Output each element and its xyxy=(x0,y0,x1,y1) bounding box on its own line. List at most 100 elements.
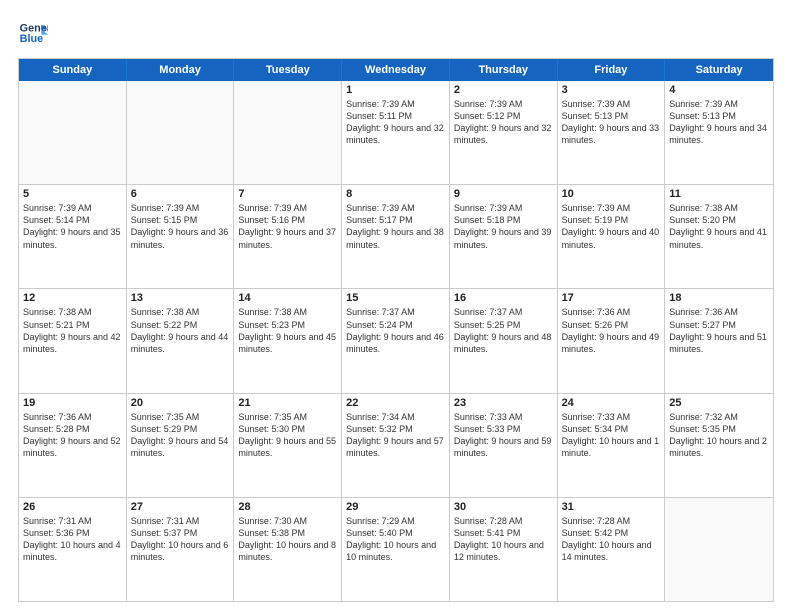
day-info: Sunrise: 7:33 AM Sunset: 5:34 PM Dayligh… xyxy=(562,411,661,460)
day-info: Sunrise: 7:35 AM Sunset: 5:30 PM Dayligh… xyxy=(238,411,337,460)
logo: General Blue xyxy=(18,18,48,48)
day-number: 11 xyxy=(669,188,769,200)
day-info: Sunrise: 7:39 AM Sunset: 5:16 PM Dayligh… xyxy=(238,202,337,251)
calendar-cell xyxy=(665,498,773,601)
calendar-cell: 17 Sunrise: 7:36 AM Sunset: 5:26 PM Dayli… xyxy=(558,289,666,392)
calendar-cell: 22 Sunrise: 7:34 AM Sunset: 5:32 PM Dayli… xyxy=(342,394,450,497)
day-number: 24 xyxy=(562,397,661,409)
calendar-cell: 16Sunrise: 7:37 AM Sunset: 5:25 PM Dayli… xyxy=(450,289,558,392)
day-number: 31 xyxy=(562,501,661,513)
calendar: SundayMondayTuesdayWednesdayThursdayFrid… xyxy=(18,58,774,602)
day-number: 1 xyxy=(346,84,445,96)
calendar-cell xyxy=(19,81,127,184)
day-info: Sunrise: 7:39 AM Sunset: 5:13 PM Dayligh… xyxy=(669,98,769,147)
day-number: 22 xyxy=(346,397,445,409)
day-number: 6 xyxy=(131,188,230,200)
calendar-cell: 26Sunrise: 7:31 AM Sunset: 5:36 PM Dayli… xyxy=(19,498,127,601)
logo-icon: General Blue xyxy=(18,18,48,48)
day-number: 17 xyxy=(562,292,661,304)
calendar-cell: 20 Sunrise: 7:35 AM Sunset: 5:29 PM Dayli… xyxy=(127,394,235,497)
day-number: 28 xyxy=(238,501,337,513)
weekday-header: Thursday xyxy=(450,59,558,81)
day-number: 5 xyxy=(23,188,122,200)
day-number: 14 xyxy=(238,292,337,304)
calendar-row: 1Sunrise: 7:39 AM Sunset: 5:11 PM Daylig… xyxy=(19,81,773,184)
calendar-cell: 6 Sunrise: 7:39 AM Sunset: 5:15 PM Daylig… xyxy=(127,185,235,288)
calendar-cell: 15 Sunrise: 7:37 AM Sunset: 5:24 PM Dayli… xyxy=(342,289,450,392)
calendar-header: SundayMondayTuesdayWednesdayThursdayFrid… xyxy=(19,59,773,81)
calendar-cell: 10Sunrise: 7:39 AM Sunset: 5:19 PM Dayli… xyxy=(558,185,666,288)
day-info: Sunrise: 7:37 AM Sunset: 5:24 PM Dayligh… xyxy=(346,306,445,355)
day-number: 19 xyxy=(23,397,122,409)
weekday-header: Tuesday xyxy=(234,59,342,81)
calendar-cell: 31 Sunrise: 7:28 AM Sunset: 5:42 PM Dayli… xyxy=(558,498,666,601)
day-number: 2 xyxy=(454,84,553,96)
day-info: Sunrise: 7:39 AM Sunset: 5:19 PM Dayligh… xyxy=(562,202,661,251)
day-info: Sunrise: 7:36 AM Sunset: 5:26 PM Dayligh… xyxy=(562,306,661,355)
day-info: Sunrise: 7:31 AM Sunset: 5:36 PM Dayligh… xyxy=(23,515,122,564)
day-info: Sunrise: 7:39 AM Sunset: 5:15 PM Dayligh… xyxy=(131,202,230,251)
weekday-header: Sunday xyxy=(19,59,127,81)
svg-text:Blue: Blue xyxy=(20,33,43,45)
day-number: 20 xyxy=(131,397,230,409)
calendar-cell: 18Sunrise: 7:36 AM Sunset: 5:27 PM Dayli… xyxy=(665,289,773,392)
day-info: Sunrise: 7:30 AM Sunset: 5:38 PM Dayligh… xyxy=(238,515,337,564)
day-info: Sunrise: 7:39 AM Sunset: 5:14 PM Dayligh… xyxy=(23,202,122,251)
day-number: 9 xyxy=(454,188,553,200)
calendar-cell: 23 Sunrise: 7:33 AM Sunset: 5:33 PM Dayli… xyxy=(450,394,558,497)
calendar-cell: 27 Sunrise: 7:31 AM Sunset: 5:37 PM Dayli… xyxy=(127,498,235,601)
day-info: Sunrise: 7:33 AM Sunset: 5:33 PM Dayligh… xyxy=(454,411,553,460)
day-number: 29 xyxy=(346,501,445,513)
day-info: Sunrise: 7:38 AM Sunset: 5:22 PM Dayligh… xyxy=(131,306,230,355)
calendar-cell xyxy=(127,81,235,184)
day-number: 27 xyxy=(131,501,230,513)
day-number: 12 xyxy=(23,292,122,304)
day-info: Sunrise: 7:38 AM Sunset: 5:23 PM Dayligh… xyxy=(238,306,337,355)
day-number: 25 xyxy=(669,397,769,409)
day-info: Sunrise: 7:34 AM Sunset: 5:32 PM Dayligh… xyxy=(346,411,445,460)
day-number: 30 xyxy=(454,501,553,513)
calendar-cell: 19 Sunrise: 7:36 AM Sunset: 5:28 PM Dayli… xyxy=(19,394,127,497)
calendar-row: 19 Sunrise: 7:36 AM Sunset: 5:28 PM Dayli… xyxy=(19,393,773,497)
day-info: Sunrise: 7:39 AM Sunset: 5:17 PM Dayligh… xyxy=(346,202,445,251)
day-number: 8 xyxy=(346,188,445,200)
weekday-header: Wednesday xyxy=(342,59,450,81)
calendar-cell xyxy=(234,81,342,184)
calendar-cell: 25Sunrise: 7:32 AM Sunset: 5:35 PM Dayli… xyxy=(665,394,773,497)
day-info: Sunrise: 7:28 AM Sunset: 5:42 PM Dayligh… xyxy=(562,515,661,564)
calendar-body: 1Sunrise: 7:39 AM Sunset: 5:11 PM Daylig… xyxy=(19,81,773,601)
calendar-cell: 13 Sunrise: 7:38 AM Sunset: 5:22 PM Dayli… xyxy=(127,289,235,392)
day-info: Sunrise: 7:38 AM Sunset: 5:20 PM Dayligh… xyxy=(669,202,769,251)
weekday-header: Saturday xyxy=(665,59,773,81)
calendar-cell: 21 Sunrise: 7:35 AM Sunset: 5:30 PM Dayli… xyxy=(234,394,342,497)
day-info: Sunrise: 7:39 AM Sunset: 5:18 PM Dayligh… xyxy=(454,202,553,251)
calendar-cell: 3Sunrise: 7:39 AM Sunset: 5:13 PM Daylig… xyxy=(558,81,666,184)
calendar-cell: 30 Sunrise: 7:28 AM Sunset: 5:41 PM Dayli… xyxy=(450,498,558,601)
weekday-header: Friday xyxy=(558,59,666,81)
day-info: Sunrise: 7:37 AM Sunset: 5:25 PM Dayligh… xyxy=(454,306,553,355)
day-info: Sunrise: 7:36 AM Sunset: 5:28 PM Dayligh… xyxy=(23,411,122,460)
calendar-row: 5 Sunrise: 7:39 AM Sunset: 5:14 PM Daylig… xyxy=(19,184,773,288)
calendar-cell: 14 Sunrise: 7:38 AM Sunset: 5:23 PM Dayli… xyxy=(234,289,342,392)
day-number: 21 xyxy=(238,397,337,409)
page: General Blue SundayMondayTuesdayWednesda… xyxy=(0,0,792,612)
weekday-header: Monday xyxy=(127,59,235,81)
calendar-cell: 11 Sunrise: 7:38 AM Sunset: 5:20 PM Dayli… xyxy=(665,185,773,288)
calendar-cell: 8 Sunrise: 7:39 AM Sunset: 5:17 PM Daylig… xyxy=(342,185,450,288)
day-info: Sunrise: 7:39 AM Sunset: 5:12 PM Dayligh… xyxy=(454,98,553,147)
day-number: 13 xyxy=(131,292,230,304)
day-number: 15 xyxy=(346,292,445,304)
calendar-cell: 28 Sunrise: 7:30 AM Sunset: 5:38 PM Dayli… xyxy=(234,498,342,601)
calendar-cell: 7 Sunrise: 7:39 AM Sunset: 5:16 PM Daylig… xyxy=(234,185,342,288)
day-number: 7 xyxy=(238,188,337,200)
day-number: 23 xyxy=(454,397,553,409)
day-info: Sunrise: 7:38 AM Sunset: 5:21 PM Dayligh… xyxy=(23,306,122,355)
calendar-cell: 1Sunrise: 7:39 AM Sunset: 5:11 PM Daylig… xyxy=(342,81,450,184)
calendar-cell: 5 Sunrise: 7:39 AM Sunset: 5:14 PM Daylig… xyxy=(19,185,127,288)
calendar-cell: 12 Sunrise: 7:38 AM Sunset: 5:21 PM Dayli… xyxy=(19,289,127,392)
day-info: Sunrise: 7:35 AM Sunset: 5:29 PM Dayligh… xyxy=(131,411,230,460)
header: General Blue xyxy=(18,18,774,48)
day-info: Sunrise: 7:31 AM Sunset: 5:37 PM Dayligh… xyxy=(131,515,230,564)
day-info: Sunrise: 7:28 AM Sunset: 5:41 PM Dayligh… xyxy=(454,515,553,564)
calendar-cell: 4Sunrise: 7:39 AM Sunset: 5:13 PM Daylig… xyxy=(665,81,773,184)
